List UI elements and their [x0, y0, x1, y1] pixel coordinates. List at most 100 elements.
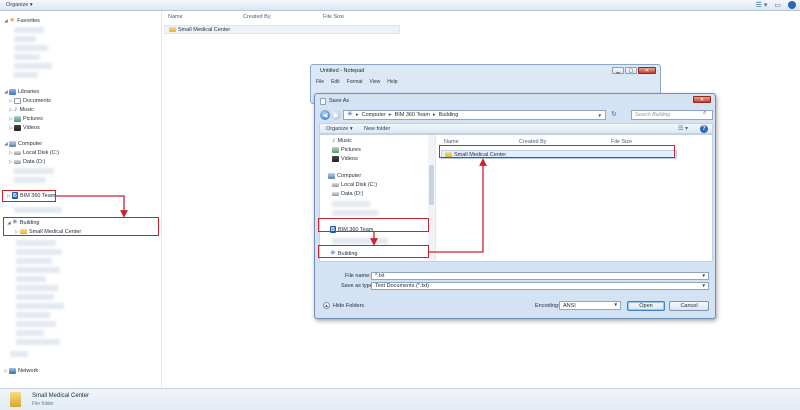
tree-music[interactable]: ▷ ♪ Music — [8, 105, 34, 114]
breadcrumb-bim-team[interactable]: BIM 360 Team — [395, 112, 430, 118]
blurred-item — [16, 249, 62, 255]
tree-label: Computer — [18, 140, 43, 147]
notepad-title: Untitled - Notepad — [320, 68, 365, 74]
view-options-icon[interactable]: ☰ ▾ — [756, 1, 768, 9]
blurred-item — [16, 321, 56, 327]
blurred-item — [14, 168, 54, 174]
maximize-icon[interactable]: ▢ — [625, 67, 637, 74]
menu-view[interactable]: View — [370, 79, 381, 85]
chevron-down-icon[interactable]: ▼ — [598, 113, 602, 118]
breadcrumb-building[interactable]: Building — [439, 112, 459, 118]
menu-format[interactable]: Format — [347, 79, 363, 85]
tree-pictures[interactable]: ▷ Pictures — [8, 114, 43, 123]
organize-button[interactable]: Organize ▾ — [326, 126, 353, 132]
highlight-dialog-file — [439, 145, 675, 158]
search-input[interactable]: Search Building — [631, 110, 713, 120]
file-row-name: Small Medical Center — [178, 26, 231, 33]
tree-data-disk[interactable]: ▷ Data (D:) — [8, 157, 45, 166]
blurred-item — [14, 54, 40, 60]
blurred-item — [16, 258, 52, 264]
file-name-label: File name: — [345, 273, 371, 279]
new-folder-button[interactable]: New folder — [364, 126, 390, 132]
breadcrumb-sep-icon: ▸ — [388, 112, 392, 118]
preview-pane-icon[interactable]: ▭ — [774, 1, 781, 9]
tree-label: Music — [19, 106, 34, 113]
dlg-tree-data-disk[interactable]: Data (D:) — [332, 189, 363, 198]
menu-help[interactable]: Help — [387, 79, 397, 85]
blurred-item — [10, 351, 28, 357]
chevron-down-icon[interactable]: ▼ — [702, 273, 706, 278]
details-type: File folder — [32, 401, 54, 407]
tree-label: Local Disk (C:) — [23, 149, 60, 156]
dialog-controls: ✕ — [693, 96, 711, 103]
dlg-tree-local-disk[interactable]: Local Disk (C:) — [332, 180, 377, 189]
tree-label: Data (D:) — [23, 158, 46, 165]
refresh-icon[interactable]: ↻ — [611, 110, 617, 118]
menu-file[interactable]: File — [316, 79, 324, 85]
dlg-tree-music[interactable]: ♪ Music — [332, 136, 352, 145]
save-type-value: Text Documents (*.txt) — [375, 283, 430, 289]
drive-icon — [332, 182, 339, 187]
chevron-down-icon[interactable]: ▼ — [614, 302, 618, 307]
window-controls: ▁ ▢ ✕ — [612, 67, 656, 74]
open-button[interactable]: Open — [627, 301, 665, 311]
back-icon[interactable]: ◀ — [320, 110, 330, 120]
organize-button[interactable]: Organize ▾ — [6, 2, 33, 8]
drive-icon — [14, 150, 21, 155]
tree-label: Local Disk (C:) — [341, 181, 378, 188]
drive-icon — [332, 191, 339, 196]
documents-icon — [14, 97, 21, 104]
folder-icon — [10, 392, 21, 407]
tree-network[interactable]: ▷ Network — [3, 366, 38, 375]
minimize-icon[interactable]: ▁ — [612, 67, 624, 74]
highlight-dialog-building — [318, 245, 429, 258]
column-name[interactable]: Name — [168, 14, 183, 20]
view-options-icon[interactable]: ☰ ▾ — [678, 125, 688, 132]
blurred-item — [14, 45, 48, 51]
music-icon: ♪ — [332, 136, 336, 144]
column-created-by[interactable]: Created By — [243, 14, 271, 20]
save-type-select[interactable]: Text Documents (*.txt) ▼ — [371, 282, 709, 290]
tree-libraries[interactable]: ◢ Libraries — [3, 87, 39, 96]
close-icon[interactable]: ✕ — [638, 67, 656, 74]
blurred-item — [14, 63, 52, 69]
chevron-down-icon[interactable]: ▼ — [702, 283, 706, 288]
tree-videos[interactable]: ▷ Videos — [8, 123, 40, 132]
tree-label: Pictures — [341, 146, 361, 153]
tree-label: Network — [18, 367, 39, 374]
tree-label: Computer — [337, 172, 362, 179]
building-icon: ✳ — [347, 111, 353, 118]
column-file-size[interactable]: File Size — [323, 14, 344, 20]
tree-label: Music — [337, 137, 352, 144]
search-icon[interactable]: ⌕ — [703, 110, 706, 117]
file-row[interactable]: Small Medical Center — [164, 25, 400, 34]
tree-documents[interactable]: ▷ Documents — [8, 96, 51, 105]
dialog-toolbar: Organize ▾ New folder ☰ ▾ ? — [319, 123, 713, 134]
blurred-item — [16, 276, 46, 282]
help-icon[interactable]: ? — [788, 1, 796, 9]
address-bar[interactable]: ✳ ▸ Computer ▸ BIM 360 Team ▸ Building ▼ — [343, 110, 606, 120]
encoding-select[interactable]: ANSI ▼ — [559, 301, 621, 310]
breadcrumb-computer[interactable]: Computer — [362, 112, 386, 118]
file-name-field[interactable]: *.txt ▼ — [371, 272, 709, 280]
tree-favorites[interactable]: ◢ ★ Favorites — [3, 16, 40, 25]
dlg-tree-pictures[interactable]: Pictures — [332, 145, 361, 154]
hide-folders-button[interactable]: ▲ Hide Folders — [323, 302, 364, 309]
close-icon[interactable]: ✕ — [693, 96, 711, 103]
tree-computer[interactable]: ◢ Computer — [3, 139, 42, 148]
help-icon[interactable]: ? — [700, 125, 708, 133]
nav-scrollbar-thumb[interactable] — [429, 165, 434, 205]
file-name-value: *.txt — [375, 273, 385, 279]
dlg-tree-videos[interactable]: Videos — [332, 154, 358, 163]
toolbar-right: ☰ ▾ ▭ ? — [756, 1, 796, 9]
dlg-tree-computer[interactable]: Computer — [328, 171, 361, 180]
cancel-button[interactable]: Cancel — [669, 301, 709, 311]
breadcrumb-sep-icon: ▸ — [355, 112, 359, 118]
libraries-icon — [9, 88, 16, 95]
blurred-item — [14, 36, 36, 42]
menu-edit[interactable]: Edit — [331, 79, 340, 85]
breadcrumb-sep-icon: ▸ — [432, 112, 436, 118]
tree-local-disk[interactable]: ▷ Local Disk (C:) — [8, 148, 59, 157]
forward-icon[interactable]: ▶ — [331, 110, 341, 120]
blurred-item — [332, 210, 378, 216]
